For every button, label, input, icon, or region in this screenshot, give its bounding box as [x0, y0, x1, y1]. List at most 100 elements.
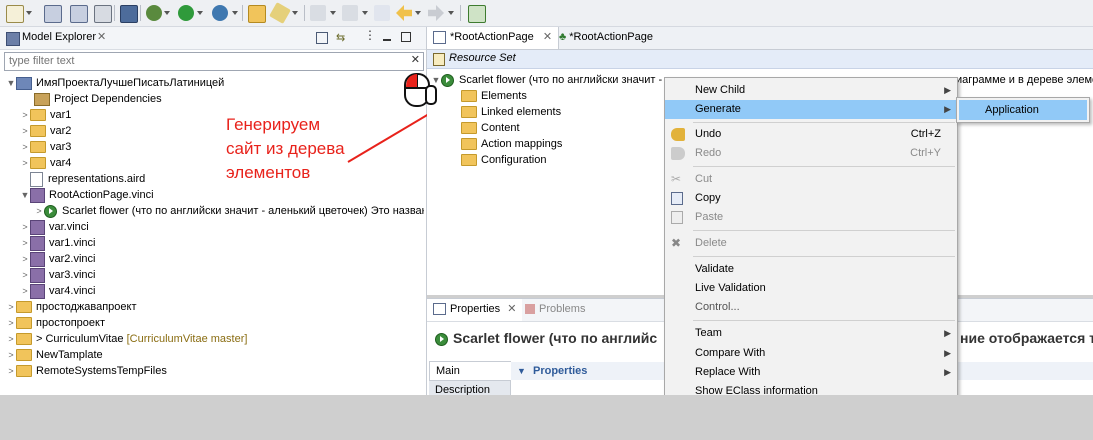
collapse-all-icon[interactable] [316, 32, 328, 44]
tree-item-var1[interactable]: > var1 [20, 107, 71, 123]
back-dropdown-icon[interactable] [415, 11, 421, 15]
menu-item-generate[interactable]: Generate ▶ [665, 100, 957, 119]
tree-item-var1-vinci[interactable]: > var1.vinci [20, 235, 95, 251]
tree-item-project-simple[interactable]: > простопроект [6, 315, 105, 331]
new-dropdown-icon[interactable] [26, 11, 32, 15]
editor-item-configuration[interactable]: Configuration [461, 152, 546, 168]
terminal-icon[interactable] [120, 5, 138, 23]
close-icon[interactable]: ✕ [507, 303, 516, 315]
print-icon[interactable] [94, 5, 112, 23]
side-tab-main[interactable]: Main [429, 361, 511, 381]
menu-item-control[interactable]: Control... [665, 298, 957, 317]
tree-item-scarlet-flower[interactable]: > Scarlet flower (что по английски значит… [34, 203, 424, 219]
collapsed-arrow-icon[interactable]: > [20, 107, 30, 123]
collapsed-arrow-icon[interactable]: > [20, 251, 30, 267]
collapsed-arrow-icon[interactable]: > [6, 299, 16, 315]
previous-annotation-icon[interactable] [342, 5, 358, 21]
expanded-arrow-icon[interactable]: ▼ [20, 187, 30, 203]
collapsed-arrow-icon[interactable]: > [20, 155, 30, 171]
menu-item-show-eclass[interactable]: Show EClass information [665, 382, 957, 396]
run-dropdown-icon[interactable] [197, 11, 203, 15]
menu-item-compare-with[interactable]: Compare With ▶ [665, 344, 957, 363]
menu-item-live-validation[interactable]: Live Validation [665, 279, 957, 298]
tab-properties[interactable]: Properties ✕ [427, 299, 523, 321]
save-icon[interactable] [44, 5, 62, 23]
menu-item-undo[interactable]: Undo Ctrl+Z [665, 125, 957, 144]
collapsed-arrow-icon[interactable]: > [6, 315, 16, 331]
previous-annotation-dropdown-icon[interactable] [362, 11, 368, 15]
next-annotation-dropdown-icon[interactable] [330, 11, 336, 15]
external-tools-icon[interactable] [212, 5, 228, 21]
tree-item-remote-systems[interactable]: > RemoteSystemsTempFiles [6, 363, 167, 379]
menu-item-paste[interactable]: Paste [665, 208, 957, 227]
editor-root-item[interactable]: ▼ Scarlet flower (что по английски значит… [431, 72, 662, 88]
collapsed-arrow-icon[interactable]: > [6, 347, 16, 363]
tree-item-var2-vinci[interactable]: > var2.vinci [20, 251, 95, 267]
minimize-icon[interactable] [383, 39, 391, 41]
expanded-arrow-icon[interactable]: ▼ [517, 366, 526, 376]
debug-dropdown-icon[interactable] [164, 11, 170, 15]
tree-item-representations[interactable]: representations.aird [20, 171, 145, 187]
last-edit-icon[interactable] [374, 5, 390, 21]
collapsed-arrow-icon[interactable]: > [20, 123, 30, 139]
forward-icon[interactable] [428, 5, 444, 21]
tree-item-newtamplate[interactable]: > NewTamplate [6, 347, 103, 363]
editor-item-action-mappings[interactable]: Action mappings [461, 136, 562, 152]
menu-item-delete[interactable]: ✖ Delete [665, 234, 957, 253]
tree-item-var3-vinci[interactable]: > var3.vinci [20, 267, 95, 283]
side-tab-description[interactable]: Description [429, 381, 511, 396]
collapsed-arrow-icon[interactable]: > [20, 235, 30, 251]
menu-item-redo[interactable]: Redo Ctrl+Y [665, 144, 957, 163]
collapsed-arrow-icon[interactable]: > [20, 267, 30, 283]
editor-item-elements[interactable]: Elements [461, 88, 527, 104]
collapsed-arrow-icon[interactable]: > [20, 139, 30, 155]
tree-item-project-main[interactable]: ▼ ИмяПроектаЛучшеПисатьЛатиницей [6, 75, 224, 91]
run-icon[interactable] [178, 5, 194, 21]
menu-item-new-child[interactable]: New Child ▶ [665, 81, 957, 100]
tree-item-var4[interactable]: > var4 [20, 155, 71, 171]
forward-dropdown-icon[interactable] [448, 11, 454, 15]
tab-problems[interactable]: Problems [519, 299, 591, 320]
close-icon[interactable]: ✕ [543, 31, 552, 43]
collapsed-arrow-icon[interactable]: > [20, 283, 30, 299]
tree-item-rootactionpage[interactable]: ▼ RootActionPage.vinci [20, 187, 154, 203]
tree-item-var2[interactable]: > var2 [20, 123, 71, 139]
pen-icon[interactable] [269, 2, 291, 24]
link-with-editor-icon[interactable]: ⇆ [336, 31, 345, 44]
debug-icon[interactable] [146, 5, 162, 21]
view-menu-icon[interactable]: ⋮ [364, 28, 376, 42]
collapsed-arrow-icon[interactable]: > [6, 363, 16, 379]
expanded-arrow-icon[interactable]: ▼ [6, 75, 16, 91]
tab-rootactionpage-tree[interactable]: *RootActionPage ✕ [427, 27, 560, 49]
save-all-icon[interactable] [70, 5, 88, 23]
menu-item-copy[interactable]: Copy [665, 189, 957, 208]
pen-dropdown-icon[interactable] [292, 11, 298, 15]
menu-item-replace-with[interactable]: Replace With ▶ [665, 363, 957, 382]
tree-item-var-vinci[interactable]: > var.vinci [20, 219, 89, 235]
tree-item-var3[interactable]: > var3 [20, 139, 71, 155]
tree-item-project-java[interactable]: > простоджавапроект [6, 299, 137, 315]
back-icon[interactable] [396, 5, 412, 21]
editor-item-linked-elements[interactable]: Linked elements [461, 104, 561, 120]
menu-item-application[interactable]: Application [959, 100, 1087, 120]
next-annotation-icon[interactable] [310, 5, 326, 21]
filter-input[interactable] [5, 53, 408, 68]
menu-item-cut[interactable]: ✂ Cut [665, 170, 957, 189]
filter-field[interactable]: ✕ [4, 52, 424, 71]
menu-item-team[interactable]: Team ▶ [665, 324, 957, 343]
collapsed-arrow-icon[interactable]: > [6, 331, 16, 347]
maximize-icon[interactable] [401, 32, 411, 42]
tree-item-curriculum-vitae[interactable]: > > CurriculumVitae [CurriculumVitae mast… [6, 331, 247, 347]
menu-item-validate[interactable]: Validate [665, 260, 957, 279]
collapsed-arrow-icon[interactable]: > [34, 203, 44, 219]
new-icon[interactable] [6, 5, 24, 23]
tree-item-project-dependencies[interactable]: Project Dependencies [24, 91, 162, 107]
external-tools-dropdown-icon[interactable] [232, 11, 238, 15]
clear-filter-icon[interactable]: ✕ [411, 53, 420, 66]
open-type-icon[interactable] [248, 5, 266, 23]
close-icon[interactable]: ✕ [97, 30, 106, 43]
open-perspective-icon[interactable] [468, 5, 486, 23]
tab-rootactionpage-diagram[interactable]: ♣ *RootActionPage [553, 27, 659, 48]
tree-item-var4-vinci[interactable]: > var4.vinci [20, 283, 95, 299]
editor-item-content[interactable]: Content [461, 120, 520, 136]
